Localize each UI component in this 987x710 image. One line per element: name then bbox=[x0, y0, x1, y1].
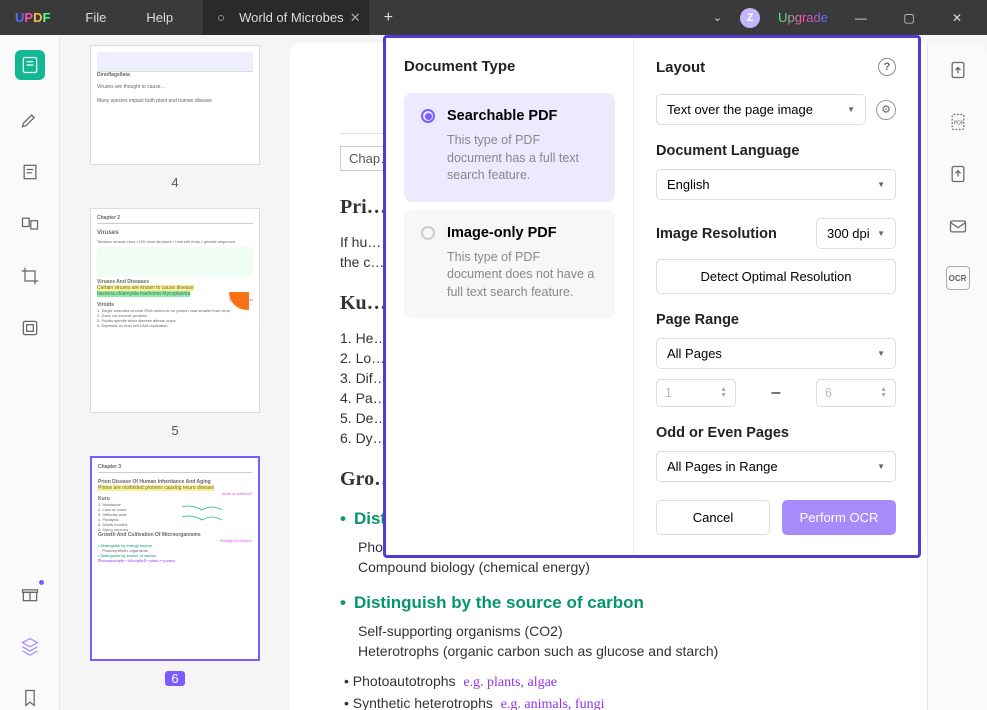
language-select[interactable]: English▼ bbox=[656, 169, 896, 200]
edit-text-icon[interactable] bbox=[18, 160, 42, 184]
thumbnail-label-4: 4 bbox=[90, 175, 260, 190]
svg-text:PDF: PDF bbox=[953, 121, 963, 127]
gear-icon[interactable]: ⚙ bbox=[876, 100, 896, 120]
stepper-icon[interactable]: ▲▼ bbox=[720, 387, 727, 400]
gift-icon[interactable] bbox=[18, 582, 42, 606]
close-window-button[interactable]: ✕ bbox=[942, 11, 972, 25]
tools-icon[interactable] bbox=[18, 316, 42, 340]
cancel-button[interactable]: Cancel bbox=[656, 500, 770, 535]
radio-unselected-icon bbox=[421, 226, 435, 240]
resolution-select[interactable]: 300 dpi▼ bbox=[816, 218, 896, 249]
thumbnail-label-6: 6 bbox=[165, 671, 185, 686]
perform-ocr-button[interactable]: Perform OCR bbox=[782, 500, 896, 535]
layout-heading: Layout? bbox=[656, 58, 896, 76]
layers-icon[interactable] bbox=[18, 634, 42, 658]
reader-mode-icon[interactable] bbox=[15, 50, 45, 80]
paragraph: Compound biology (chemical energy) bbox=[340, 559, 877, 575]
tab-title: World of Microbes bbox=[239, 10, 344, 25]
upgrade-link[interactable]: Upgrade bbox=[778, 10, 828, 25]
export-icon[interactable] bbox=[946, 58, 970, 82]
stepper-icon[interactable]: ▲▼ bbox=[880, 387, 887, 400]
menu-help[interactable]: Help bbox=[126, 10, 193, 25]
share-icon[interactable] bbox=[946, 162, 970, 186]
thumbnails-panel: Dinoflagellata Viruses are thought to ca… bbox=[60, 35, 290, 710]
chevron-down-icon: ▼ bbox=[877, 349, 885, 358]
minimize-button[interactable]: — bbox=[846, 11, 876, 25]
paragraph: Heterotrophs (organic carbon such as glu… bbox=[340, 643, 877, 659]
right-toolbar: PDF OCR bbox=[927, 43, 987, 710]
organize-icon[interactable] bbox=[18, 212, 42, 236]
chevron-down-icon: ▼ bbox=[847, 105, 855, 114]
resolution-label: Image Resolution bbox=[656, 226, 777, 242]
app-logo: UPDF bbox=[0, 10, 65, 25]
chevron-down-icon: ▼ bbox=[877, 229, 885, 238]
radio-selected-icon bbox=[421, 109, 435, 123]
user-avatar[interactable]: Z bbox=[740, 8, 760, 28]
searchable-pdf-option[interactable]: Searchable PDF This type of PDF document… bbox=[404, 93, 615, 202]
document-tab[interactable]: World of Microbes ✕ bbox=[203, 0, 369, 35]
ocr-button[interactable]: OCR bbox=[946, 266, 970, 290]
menu-file[interactable]: File bbox=[65, 10, 126, 25]
page-range-label: Page Range bbox=[656, 312, 896, 328]
annotate-icon[interactable] bbox=[18, 108, 42, 132]
titlebar: UPDF File Help World of Microbes ✕ + ⌄ Z… bbox=[0, 0, 987, 35]
mail-icon[interactable] bbox=[946, 214, 970, 238]
image-only-pdf-option[interactable]: Image-only PDF This type of PDF document… bbox=[404, 210, 615, 319]
ocr-dialog: Document Type Searchable PDF This type o… bbox=[383, 35, 921, 558]
chevron-down-icon: ▼ bbox=[877, 462, 885, 471]
layout-select[interactable]: Text over the page image▼ bbox=[656, 94, 866, 125]
add-tab-button[interactable]: + bbox=[369, 9, 408, 27]
left-toolbar bbox=[0, 35, 60, 710]
paragraph: Self-supporting organisms (CO2) bbox=[340, 623, 877, 639]
document-type-heading: Document Type bbox=[404, 58, 615, 75]
crop-icon[interactable] bbox=[18, 264, 42, 288]
maximize-button[interactable]: ▢ bbox=[894, 11, 924, 25]
odd-even-label: Odd or Even Pages bbox=[656, 425, 896, 441]
page-thumbnail-4[interactable]: Dinoflagellata Viruses are thought to ca… bbox=[90, 45, 260, 165]
tab-unsaved-icon bbox=[218, 15, 224, 21]
help-icon[interactable]: ? bbox=[878, 58, 896, 76]
odd-even-select[interactable]: All Pages in Range▼ bbox=[656, 451, 896, 482]
page-to-input[interactable]: 6▲▼ bbox=[816, 379, 896, 407]
bullet-item: • Photoautotrophs e.g. plants, algae bbox=[340, 673, 877, 691]
chevron-down-icon: ▼ bbox=[877, 180, 885, 189]
page-thumbnail-5[interactable]: Chapter 2 Viruses Tobacco mosaic virus •… bbox=[90, 208, 260, 413]
option-description: This type of PDF document does not have … bbox=[421, 249, 598, 302]
pdf-convert-icon[interactable]: PDF bbox=[946, 110, 970, 134]
option-description: This type of PDF document has a full tex… bbox=[421, 132, 598, 185]
close-tab-icon[interactable]: ✕ bbox=[350, 10, 361, 26]
tabs-dropdown-icon[interactable]: ⌄ bbox=[713, 11, 722, 24]
bookmark-icon[interactable] bbox=[18, 686, 42, 710]
page-thumbnail-6[interactable]: Chapter 3 Prion Disease Of Human Inherit… bbox=[90, 456, 260, 661]
thumbnail-label-5: 5 bbox=[90, 423, 260, 438]
page-from-input[interactable]: 1▲▼ bbox=[656, 379, 736, 407]
page-range-select[interactable]: All Pages▼ bbox=[656, 338, 896, 369]
detect-resolution-button[interactable]: Detect Optimal Resolution bbox=[656, 259, 896, 294]
subsection-heading: •Distinguish by the source of carbon bbox=[340, 593, 877, 613]
language-label: Document Language bbox=[656, 143, 896, 159]
bullet-item: • Synthetic heterotrophs e.g. animals, f… bbox=[340, 695, 877, 710]
